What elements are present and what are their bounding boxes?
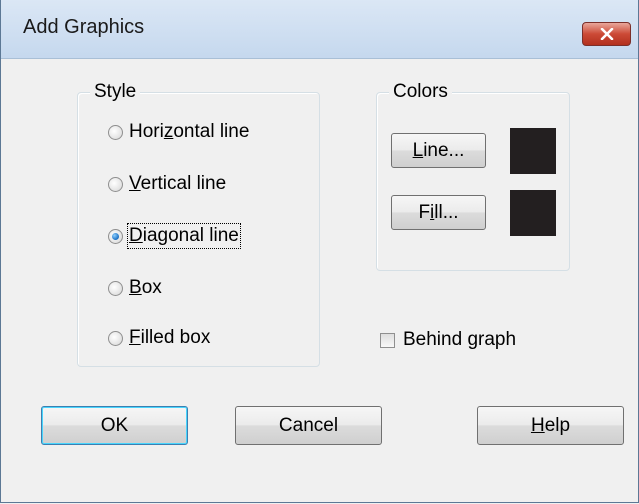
radio-label: Diagonal line (127, 223, 241, 249)
close-icon (600, 28, 614, 40)
line-color-swatch (510, 128, 556, 174)
close-button[interactable] (582, 22, 631, 46)
radio-button[interactable] (108, 176, 123, 192)
radio-label: Filled box (129, 327, 211, 348)
style-group-label: Style (90, 81, 141, 103)
radio-vertical-line[interactable]: Vertical line (108, 173, 226, 195)
radio-button[interactable] (108, 124, 123, 140)
behind-graph-checkbox-row[interactable]: Behind graph (380, 329, 516, 351)
ok-button-label: OK (100, 414, 129, 436)
help-button-label: Help (530, 414, 571, 436)
behind-graph-checkbox[interactable] (380, 332, 395, 348)
behind-graph-label: Behind graph (403, 329, 517, 350)
radio-label: Box (129, 277, 162, 298)
line-color-button[interactable]: Line... (391, 133, 486, 168)
colors-groupbox: Colors Line... Fill... (376, 81, 570, 271)
radio-horizontal-line[interactable]: Horizontal line (108, 121, 249, 143)
radio-button[interactable] (108, 280, 123, 296)
radio-label: Vertical line (129, 173, 227, 194)
fill-color-button-label: Fill... (418, 201, 459, 223)
style-groupbox: Style Horizontal line Vertical line Diag… (77, 81, 320, 367)
radio-filled-box[interactable]: Filled box (108, 327, 210, 349)
help-button[interactable]: Help (477, 406, 624, 445)
ok-button[interactable]: OK (41, 406, 188, 445)
dialog-client-area: Style Horizontal line Vertical line Diag… (1, 59, 638, 502)
fill-color-swatch (510, 190, 556, 236)
cancel-button[interactable]: Cancel (235, 406, 382, 445)
cancel-button-label: Cancel (278, 414, 339, 436)
radio-button-selected[interactable] (108, 228, 123, 244)
radio-diagonal-line[interactable]: Diagonal line (108, 223, 241, 249)
colors-group-label: Colors (389, 81, 452, 103)
dialog-title: Add Graphics (23, 16, 145, 38)
radio-box[interactable]: Box (108, 277, 162, 299)
add-graphics-dialog: Add Graphics Style Horizontal line Verti… (0, 0, 639, 503)
line-color-button-label: Line... (412, 139, 465, 161)
radio-label: Horizontal line (129, 121, 250, 142)
fill-color-button[interactable]: Fill... (391, 195, 486, 230)
radio-button[interactable] (108, 330, 123, 346)
title-bar: Add Graphics (1, 0, 638, 59)
